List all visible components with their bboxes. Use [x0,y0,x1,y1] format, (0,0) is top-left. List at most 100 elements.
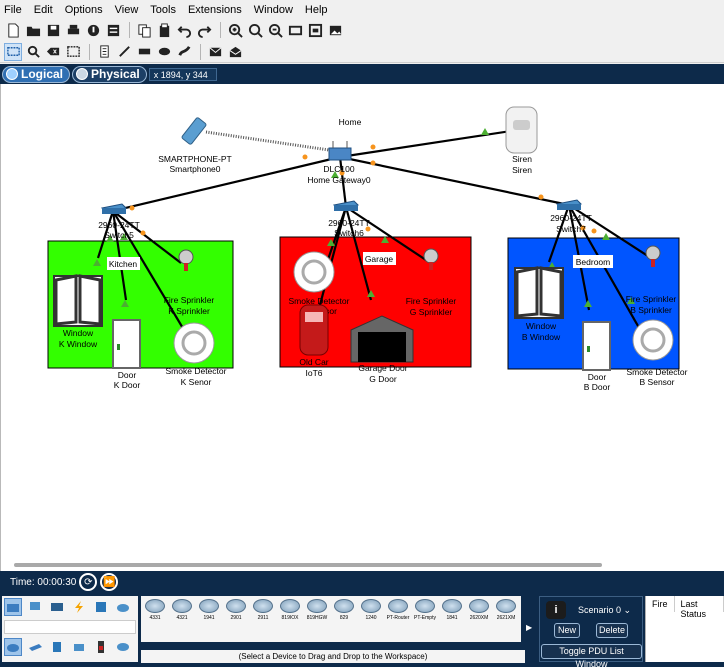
edit-toolbar [0,41,724,63]
device-panel: 4331 4321 1941 2901 2911 819IOX 819HGW 8… [0,593,724,667]
device-829[interactable]: 829 [332,596,356,642]
bedroom-window-icon[interactable] [514,266,564,319]
new-scenario-button[interactable]: New [554,623,580,638]
switches-icon[interactable] [26,638,44,656]
switch6-icon[interactable] [332,200,360,211]
menu-tools[interactable]: Tools [150,4,176,16]
select-icon[interactable] [4,42,22,61]
bedroom-smoke-name: B Sensor [640,377,675,387]
switch5-icon[interactable] [100,203,128,214]
device-2621xm[interactable]: 2621XM [494,596,518,642]
power-cycle-icon[interactable]: ⟳ [79,573,98,591]
switch7-icon[interactable] [555,199,583,210]
delete-scenario-button[interactable]: Delete [596,623,628,638]
place-note-icon[interactable] [95,43,113,61]
inspect-icon[interactable] [24,43,42,61]
garage-smoke-detector-icon[interactable] [293,251,335,293]
kitchen-door-icon[interactable] [112,319,141,369]
kitchen-sprinkler-type: Fire Sprinkler [164,295,215,305]
kitchen-door-type: Door [118,370,137,380]
toggle-pdu-list-button[interactable]: Toggle PDU List Window [541,644,642,667]
paste-icon[interactable] [155,21,173,39]
device-pt-router[interactable]: PT-Router [386,596,410,642]
resize-shape-icon[interactable] [64,43,82,61]
menu-view[interactable]: View [115,4,139,16]
device-2911[interactable]: 2911 [251,596,275,642]
device-2620xm[interactable]: 2620XM [467,596,491,642]
add-complex-pdu-icon[interactable] [226,43,244,61]
menu-window[interactable]: Window [254,4,293,16]
old-car-icon[interactable] [299,304,329,356]
save-icon[interactable] [44,21,62,39]
bedroom-door-icon[interactable] [582,321,611,371]
device-4321[interactable]: 4321 [170,596,194,642]
network-devices-icon[interactable] [4,598,22,616]
multiuser-icon[interactable] [114,598,132,616]
bedroom-smoke-detector-icon[interactable] [632,319,674,361]
logical-workspace[interactable]: SMARTPHONE-PT Smartphone0 Home DLC100 Ho… [0,84,724,571]
redo-icon[interactable] [195,21,213,39]
add-simple-pdu-icon[interactable] [206,43,224,61]
custom-device-icon[interactable] [306,21,324,39]
connections-icon[interactable] [70,598,88,616]
draw-ellipse-icon[interactable] [155,43,173,61]
print-icon[interactable] [64,21,82,39]
kitchen-window-icon[interactable] [53,274,103,327]
garage-car-type: Old Car [299,357,328,367]
smartphone-name: Smartphone0 [169,164,220,174]
new-icon[interactable] [4,21,22,39]
info-icon[interactable]: i [546,601,566,619]
copy-icon[interactable] [135,21,153,39]
menu-file[interactable]: File [4,4,22,16]
drawing-palette-icon[interactable] [286,21,304,39]
horizontal-scrollbar[interactable] [14,563,602,567]
image-icon[interactable] [326,21,344,39]
scenario-select[interactable]: Scenario 0 ⌄ [572,602,638,618]
kitchen-smoke-detector-icon[interactable] [173,322,215,364]
freeform-icon[interactable] [175,43,193,61]
kitchen-sprinkler-name: K Sprinkler [168,306,210,316]
menu-help[interactable]: Help [305,4,328,16]
view-bar: Logical Physical x 1894, y 344 [0,64,724,84]
device-2901[interactable]: 2901 [224,596,248,642]
draw-line-icon[interactable] [115,43,133,61]
tab-logical[interactable]: Logical [2,65,71,83]
routers-icon[interactable] [4,638,22,656]
switch7-name: Switch7 [556,224,586,234]
draw-rectangle-icon[interactable] [135,43,153,61]
open-icon[interactable] [24,21,42,39]
device-4331[interactable]: 4331 [143,596,167,642]
siren-icon[interactable] [505,106,538,154]
wan-emulation-icon[interactable] [114,638,132,656]
undo-icon[interactable] [175,21,193,39]
hubs-icon[interactable] [48,638,66,656]
tab-physical[interactable]: Physical [72,65,147,83]
device-pt-empty[interactable]: PT-Empty [413,596,437,642]
device-819hgw[interactable]: 819HGW [305,596,329,642]
activity-wizard-icon[interactable] [84,21,102,39]
home-gateway-icon[interactable] [328,141,352,161]
delete-icon[interactable] [44,43,62,61]
gateway-name: Home Gateway0 [307,175,371,185]
wireless-devices-icon[interactable] [70,638,88,656]
menu-edit[interactable]: Edit [34,4,53,16]
smartphone-icon[interactable] [181,117,207,145]
tab-logical-label: Logical [21,67,64,81]
device-819iox[interactable]: 819IOX [278,596,302,642]
security-icon[interactable] [92,638,110,656]
menu-extensions[interactable]: Extensions [188,4,242,16]
end-devices-icon[interactable] [26,598,44,616]
panel-expand-icon[interactable]: ▶ [526,623,532,632]
zoom-in-icon[interactable] [226,21,244,39]
device-1841[interactable]: 1841 [440,596,464,642]
device-1941[interactable]: 1941 [197,596,221,642]
components-icon[interactable] [48,598,66,616]
miscellaneous-icon[interactable] [92,598,110,616]
zoom-reset-icon[interactable] [246,21,264,39]
network-info-icon[interactable] [104,21,122,39]
zoom-out-icon[interactable] [266,21,284,39]
fast-forward-icon[interactable]: ⏩ [100,573,119,591]
menu-options[interactable]: Options [65,4,103,16]
device-1240[interactable]: 1240 [359,596,383,642]
smartphone-type: SMARTPHONE-PT [158,154,232,164]
